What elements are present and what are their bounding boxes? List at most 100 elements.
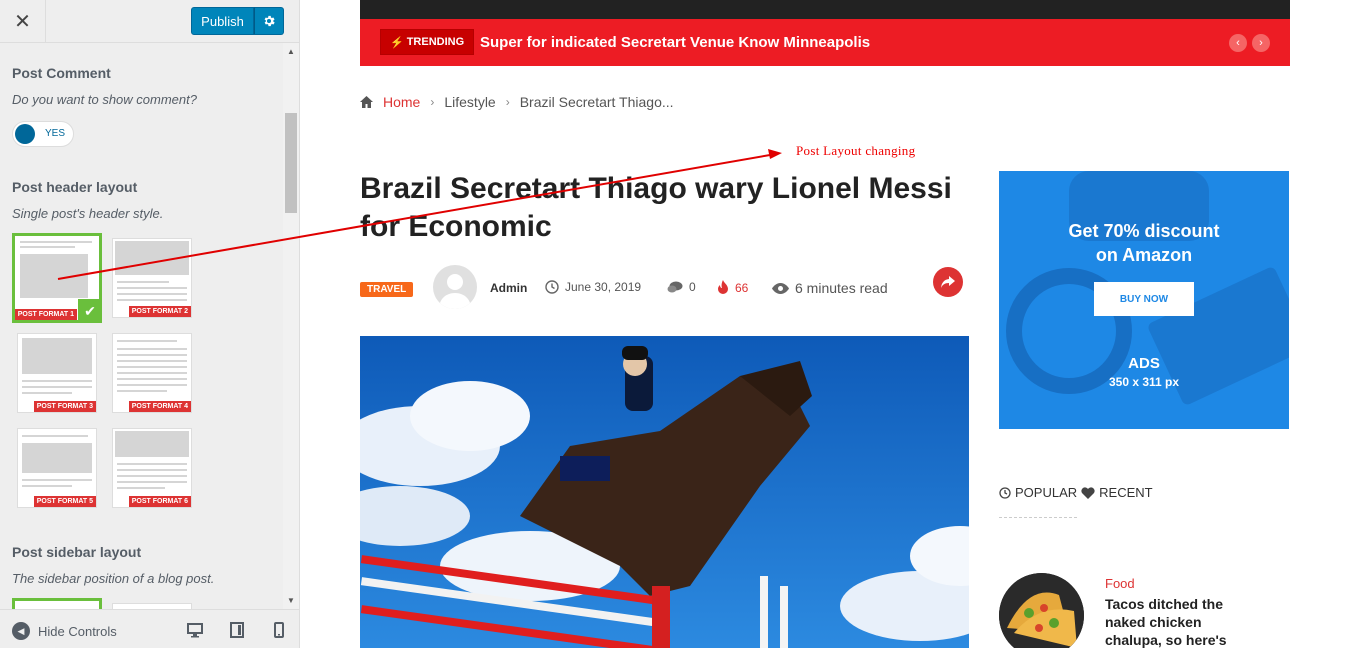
scroll-down-arrow-icon[interactable]: ▼ [287, 596, 295, 605]
prev-arrow-icon[interactable]: ‹ [1229, 34, 1247, 52]
category-badge[interactable]: TRAVEL [360, 282, 414, 297]
tablet-preview-icon[interactable] [229, 622, 245, 638]
thumb-line [22, 479, 92, 481]
breadcrumb-category-link[interactable]: Lifestyle [444, 94, 495, 110]
collapse-arrow-icon: ◀ [12, 622, 30, 640]
format-label: POST FORMAT 5 [33, 496, 96, 507]
post-title: Brazil Secretart Thiago wary Lionel Mess… [360, 172, 952, 243]
gear-icon [264, 15, 275, 27]
publish-settings-button[interactable] [254, 7, 284, 35]
post-title-link[interactable]: Tacos ditched the naked chicken chalupa,… [1105, 595, 1255, 648]
breadcrumb-home-link[interactable]: Home [383, 94, 420, 110]
hide-controls-button[interactable]: ◀ Hide Controls [12, 622, 117, 640]
thumb-line [117, 293, 187, 295]
comment-count[interactable]: 0 [667, 280, 696, 294]
thumb-line [117, 360, 187, 362]
hot-views-label: 66 [735, 280, 749, 295]
home-icon [360, 96, 373, 108]
featured-image [360, 336, 969, 648]
thumb-line [22, 485, 72, 487]
mobile-preview-icon[interactable] [271, 622, 287, 638]
customizer-header: ✕ Publish [0, 0, 299, 43]
thumb-line [117, 475, 187, 477]
thumb-line [117, 348, 187, 350]
post-category-link[interactable]: Food [1105, 576, 1135, 591]
ad-headline-line2: on Amazon [1095, 245, 1193, 265]
thumb-line [117, 469, 187, 471]
tabs-divider [999, 517, 1077, 518]
bolt-icon: ⚡ [390, 36, 404, 49]
post-comment-description: Do you want to show comment? [12, 92, 197, 107]
customizer-footer: ◀ Hide Controls [0, 609, 299, 648]
next-arrow-icon[interactable]: › [1252, 34, 1270, 52]
widget-tabs: POPULAR RECENT [999, 485, 1153, 500]
ad-size: 350 x 311 px [1108, 375, 1180, 389]
thumb-line [20, 246, 75, 248]
thumb-line [117, 299, 187, 301]
food-thumbnail[interactable] [999, 573, 1084, 648]
thumb-line [117, 340, 177, 342]
thumb-line [117, 366, 187, 368]
top-bar [360, 0, 1290, 19]
sidebar-format-1[interactable] [12, 598, 102, 609]
share-button[interactable] [933, 267, 963, 297]
ad-label: ADS [1128, 355, 1160, 372]
header-format-3[interactable]: POST FORMAT 3 [17, 333, 97, 413]
header-format-1[interactable]: POST FORMAT 1 ✔ [12, 233, 102, 323]
date-label: June 30, 2019 [565, 280, 642, 294]
header-format-5[interactable]: POST FORMAT 5 [17, 428, 97, 508]
thumb-image [115, 431, 189, 457]
publish-button[interactable]: Publish [191, 7, 254, 35]
breadcrumb: Home › Lifestyle › Brazil Secretart Thia… [360, 94, 674, 110]
thumb-line [117, 281, 169, 283]
trending-headline[interactable]: Super for indicated Secretart Venue Know… [480, 34, 870, 51]
header-layout-description: Single post's header style. [12, 206, 164, 221]
toggle-knob [15, 124, 35, 144]
close-icon[interactable]: ✕ [0, 0, 46, 43]
format-label: POST FORMAT 4 [128, 401, 191, 412]
scrollbar-thumb[interactable] [285, 113, 297, 213]
format-label: POST FORMAT 1 [14, 309, 77, 320]
clock-icon [999, 486, 1011, 499]
ad-headline: Get 70% discount on Amazon [999, 219, 1289, 267]
thumb-image [22, 338, 92, 374]
comment-count-label: 0 [689, 280, 696, 294]
ad-banner[interactable]: Get 70% discount on Amazon BUY NOW ADS 3… [999, 171, 1289, 429]
sidebar-layout-title: Post sidebar layout [12, 544, 142, 560]
scroll-up-arrow-icon[interactable]: ▲ [287, 47, 295, 56]
tab-popular[interactable]: POPULAR [1015, 485, 1077, 500]
tacos-image [999, 573, 1084, 648]
format-label: POST FORMAT 3 [33, 401, 96, 412]
list-item[interactable]: Food Tacos ditched the naked chicken cha… [999, 573, 1289, 648]
ad-headline-line1: Get 70% discount [1068, 221, 1220, 241]
customizer-scrollbar[interactable]: ▲ ▼ [283, 43, 299, 609]
tab-recent[interactable]: RECENT [1099, 485, 1152, 500]
author-name[interactable]: Admin [490, 281, 527, 295]
trending-badge-label: TRENDING [406, 36, 465, 48]
header-layout-title: Post header layout [12, 179, 138, 195]
avatar[interactable] [433, 265, 477, 309]
buy-now-button[interactable]: BUY NOW [1094, 282, 1194, 316]
thumb-line [22, 392, 72, 394]
chevron-right-icon: › [430, 95, 435, 109]
header-format-6[interactable]: POST FORMAT 6 [112, 428, 192, 508]
header-format-2[interactable]: POST FORMAT 2 [112, 238, 192, 318]
post-date: June 30, 2019 [545, 280, 641, 294]
read-time-label: 6 minutes read [795, 280, 888, 296]
breadcrumb-current: Brazil Secretart Thiago... [519, 94, 674, 110]
header-format-4[interactable]: POST FORMAT 4 [112, 333, 192, 413]
thumb-line [117, 354, 187, 356]
desktop-preview-icon[interactable] [187, 622, 203, 638]
read-time: 6 minutes read [772, 280, 888, 296]
thumb-image [115, 241, 189, 275]
format-label: POST FORMAT 2 [128, 306, 191, 317]
sidebar-layout-description: The sidebar position of a blog post. [12, 571, 215, 586]
user-silhouette-icon [439, 274, 471, 309]
thumb-line [117, 372, 187, 374]
thumb-line [22, 386, 92, 388]
toggle-label: YES [45, 128, 66, 139]
show-comment-toggle[interactable]: YES [12, 121, 74, 147]
comment-icon [667, 281, 683, 292]
thumb-line [20, 241, 92, 243]
thumb-line [117, 378, 187, 380]
